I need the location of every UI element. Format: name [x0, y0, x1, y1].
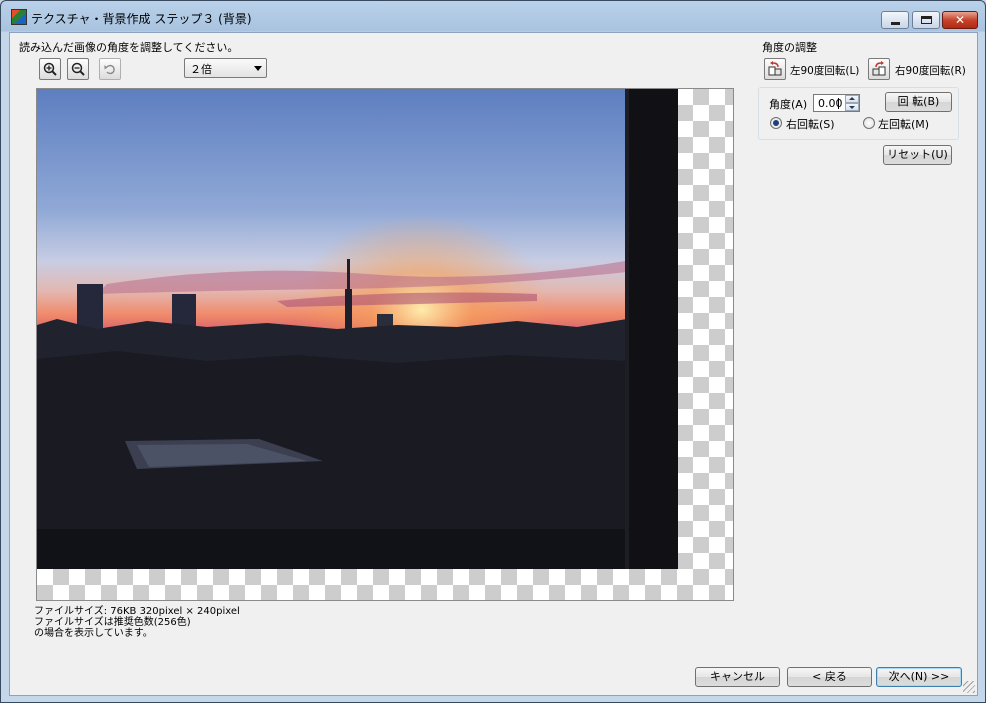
back-button[interactable]: < 戻る	[787, 667, 872, 687]
maximize-button[interactable]	[912, 11, 940, 29]
rotate-right-90-label: 右90度回転(R)	[895, 65, 966, 77]
rotate-left-90-button[interactable]	[764, 58, 786, 80]
zoom-select[interactable]: ２倍	[184, 58, 267, 78]
close-icon: ✕	[955, 13, 966, 27]
file-size-note-1: ファイルサイズは推奨色数(256色)	[34, 617, 191, 628]
dialog-content: 読み込んだ画像の角度を調整してください。 ２倍 ファイルサイズ: 76KB 32…	[9, 32, 978, 696]
preview-photo	[37, 89, 678, 569]
angle-label: 角度(A)	[769, 98, 808, 111]
text-caret	[838, 98, 839, 109]
spin-up-button[interactable]	[845, 95, 859, 103]
reset-button[interactable]: リセット(U)	[883, 145, 952, 165]
rotate-button[interactable]: 回 転(B)	[885, 92, 952, 112]
minimize-icon	[891, 22, 900, 25]
zoom-out-icon	[71, 62, 85, 76]
radio-clockwise[interactable]	[770, 117, 782, 129]
close-button[interactable]: ✕	[942, 11, 978, 29]
window-title: テクスチャ・背景作成 ステップ３ (背景)	[31, 12, 252, 26]
title-bar[interactable]: テクスチャ・背景作成 ステップ３ (背景) ✕	[1, 1, 985, 32]
rotate-right-90-button[interactable]	[868, 58, 890, 80]
next-button[interactable]: 次へ(N) >>	[876, 667, 962, 687]
file-size-note-2: の場合を表示しています。	[34, 628, 153, 639]
zoom-in-icon	[43, 62, 57, 76]
radio-counterclockwise[interactable]	[863, 117, 875, 129]
angle-spinbox[interactable]: 0.00	[813, 94, 860, 112]
image-canvas[interactable]	[36, 88, 734, 601]
dialog-window: テクスチャ・背景作成 ステップ３ (背景) ✕ 読み込んだ画像の角度を調整してく…	[0, 0, 986, 703]
app-icon	[11, 9, 27, 25]
rotate-left-90-label: 左90度回転(L)	[790, 65, 860, 77]
file-size-text: ファイルサイズ: 76KB 320pixel × 240pixel	[34, 606, 240, 617]
zoom-out-button[interactable]	[67, 58, 89, 80]
zoom-select-value: ２倍	[190, 63, 212, 76]
file-info: ファイルサイズ: 76KB 320pixel × 240pixel ファイルサイ…	[34, 606, 240, 639]
resize-grip[interactable]	[963, 681, 975, 693]
angle-adjust-title: 角度の調整	[762, 41, 817, 54]
undo-button[interactable]	[99, 58, 121, 80]
chevron-down-icon	[254, 66, 262, 71]
maximize-icon	[921, 16, 932, 24]
minimize-button[interactable]	[881, 11, 909, 29]
rotate-right-icon	[872, 61, 886, 76]
undo-icon	[104, 64, 115, 75]
rotate-left-icon	[768, 61, 782, 76]
instruction-text: 読み込んだ画像の角度を調整してください。	[19, 41, 239, 54]
cancel-button[interactable]: キャンセル	[695, 667, 780, 687]
zoom-in-button[interactable]	[39, 58, 61, 80]
spin-buttons	[845, 95, 859, 111]
spin-down-button[interactable]	[845, 103, 859, 111]
radio-clockwise-label[interactable]: 右回転(S)	[786, 116, 835, 132]
radio-counterclockwise-label[interactable]: 左回転(M)	[878, 116, 929, 132]
